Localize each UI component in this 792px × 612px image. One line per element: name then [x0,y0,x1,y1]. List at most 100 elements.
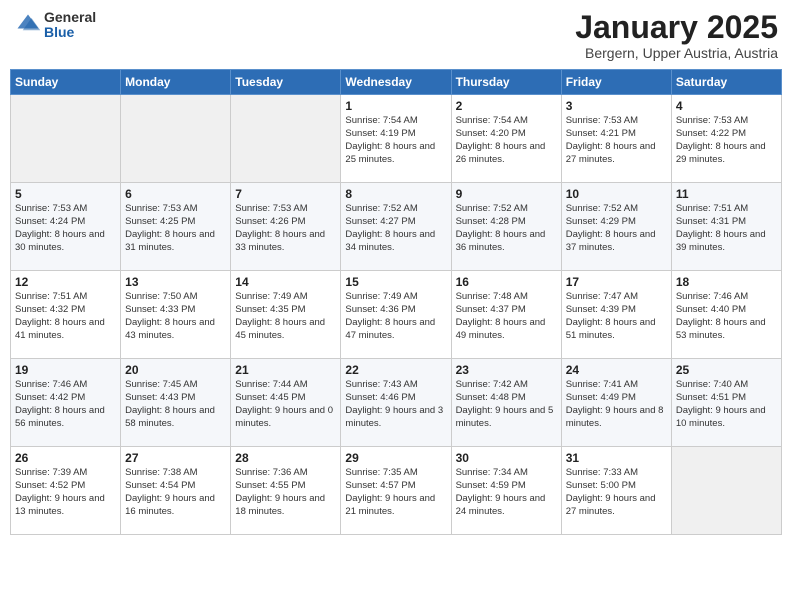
day-info: Sunrise: 7:34 AMSunset: 4:59 PMDaylight:… [456,467,557,518]
column-header-friday: Friday [561,70,671,95]
day-info: Sunrise: 7:53 AMSunset: 4:26 PMDaylight:… [235,203,336,254]
column-header-monday: Monday [121,70,231,95]
day-cell: 28 Sunrise: 7:36 AMSunset: 4:55 PMDayligh… [231,447,341,535]
day-info: Sunrise: 7:35 AMSunset: 4:57 PMDaylight:… [345,467,446,518]
column-header-saturday: Saturday [671,70,781,95]
week-row-5: 26 Sunrise: 7:39 AMSunset: 4:52 PMDayligh… [11,447,782,535]
week-row-2: 5 Sunrise: 7:53 AMSunset: 4:24 PMDaylight… [11,183,782,271]
day-cell: 18 Sunrise: 7:46 AMSunset: 4:40 PMDayligh… [671,271,781,359]
logo: General Blue [14,10,96,41]
day-info: Sunrise: 7:52 AMSunset: 4:29 PMDaylight:… [566,203,667,254]
page: General Blue January 2025 Bergern, Upper… [0,0,792,612]
day-info: Sunrise: 7:49 AMSunset: 4:36 PMDaylight:… [345,291,446,342]
day-cell: 15 Sunrise: 7:49 AMSunset: 4:36 PMDayligh… [341,271,451,359]
day-cell: 26 Sunrise: 7:39 AMSunset: 4:52 PMDayligh… [11,447,121,535]
column-header-thursday: Thursday [451,70,561,95]
day-cell: 3Sunrise: 7:53 AMSunset: 4:21 PMDaylight… [561,95,671,183]
day-number: 5 [15,187,116,201]
day-number: 20 [125,363,226,377]
day-cell: 29 Sunrise: 7:35 AMSunset: 4:57 PMDayligh… [341,447,451,535]
day-cell: 31Sunrise: 7:33 AMSunset: 5:00 PMDayligh… [561,447,671,535]
day-number: 7 [235,187,336,201]
day-cell: 6Sunrise: 7:53 AMSunset: 4:25 PMDaylight… [121,183,231,271]
day-cell: 12 Sunrise: 7:51 AMSunset: 4:32 PMDayligh… [11,271,121,359]
day-number: 8 [345,187,446,201]
day-cell: 9 Sunrise: 7:52 AMSunset: 4:28 PMDaylight… [451,183,561,271]
calendar-subtitle: Bergern, Upper Austria, Austria [575,45,778,61]
day-number: 6 [125,187,226,201]
calendar-table: SundayMondayTuesdayWednesdayThursdayFrid… [10,69,782,535]
day-number: 16 [456,275,557,289]
day-cell [121,95,231,183]
day-info: Sunrise: 7:53 AMSunset: 4:24 PMDaylight:… [15,203,116,254]
day-cell: 10 Sunrise: 7:52 AMSunset: 4:29 PMDayligh… [561,183,671,271]
day-number: 17 [566,275,667,289]
day-cell: 27Sunrise: 7:38 AMSunset: 4:54 PMDayligh… [121,447,231,535]
day-info: Sunrise: 7:49 AMSunset: 4:35 PMDaylight:… [235,291,336,342]
day-info: Sunrise: 7:52 AMSunset: 4:28 PMDaylight:… [456,203,557,254]
column-header-sunday: Sunday [11,70,121,95]
day-info: Sunrise: 7:42 AMSunset: 4:48 PMDaylight:… [456,379,557,430]
column-header-tuesday: Tuesday [231,70,341,95]
day-number: 25 [676,363,777,377]
header-row: SundayMondayTuesdayWednesdayThursdayFrid… [11,70,782,95]
week-row-4: 19 Sunrise: 7:46 AMSunset: 4:42 PMDayligh… [11,359,782,447]
column-header-wednesday: Wednesday [341,70,451,95]
day-cell: 11Sunrise: 7:51 AMSunset: 4:31 PMDayligh… [671,183,781,271]
day-cell: 21 Sunrise: 7:44 AMSunset: 4:45 PMDayligh… [231,359,341,447]
day-number: 24 [566,363,667,377]
day-info: Sunrise: 7:50 AMSunset: 4:33 PMDaylight:… [125,291,226,342]
day-number: 3 [566,99,667,113]
day-number: 15 [345,275,446,289]
day-number: 10 [566,187,667,201]
day-cell: 22 Sunrise: 7:43 AMSunset: 4:46 PMDayligh… [341,359,451,447]
day-info: Sunrise: 7:44 AMSunset: 4:45 PMDaylight:… [235,379,336,430]
day-info: Sunrise: 7:46 AMSunset: 4:42 PMDaylight:… [15,379,116,430]
day-number: 18 [676,275,777,289]
calendar-title: January 2025 [575,10,778,45]
logo-general-text: General [44,10,96,25]
logo-icon [14,11,42,39]
day-info: Sunrise: 7:54 AMSunset: 4:19 PMDaylight:… [345,115,446,166]
day-info: Sunrise: 7:41 AMSunset: 4:49 PMDaylight:… [566,379,667,430]
day-info: Sunrise: 7:46 AMSunset: 4:40 PMDaylight:… [676,291,777,342]
day-number: 21 [235,363,336,377]
day-number: 12 [15,275,116,289]
day-cell: 4Sunrise: 7:53 AMSunset: 4:22 PMDaylight… [671,95,781,183]
day-cell: 13 Sunrise: 7:50 AMSunset: 4:33 PMDayligh… [121,271,231,359]
day-cell: 24 Sunrise: 7:41 AMSunset: 4:49 PMDayligh… [561,359,671,447]
day-info: Sunrise: 7:53 AMSunset: 4:22 PMDaylight:… [676,115,777,166]
day-number: 1 [345,99,446,113]
logo-blue-text: Blue [44,25,96,40]
day-cell: 1 Sunrise: 7:54 AMSunset: 4:19 PMDaylight… [341,95,451,183]
day-number: 14 [235,275,336,289]
day-info: Sunrise: 7:51 AMSunset: 4:31 PMDaylight:… [676,203,777,254]
header: General Blue January 2025 Bergern, Upper… [10,10,782,61]
day-number: 2 [456,99,557,113]
day-number: 30 [456,451,557,465]
day-cell [11,95,121,183]
day-number: 29 [345,451,446,465]
day-number: 9 [456,187,557,201]
day-cell: 30 Sunrise: 7:34 AMSunset: 4:59 PMDayligh… [451,447,561,535]
day-info: Sunrise: 7:39 AMSunset: 4:52 PMDaylight:… [15,467,116,518]
day-cell: 14 Sunrise: 7:49 AMSunset: 4:35 PMDayligh… [231,271,341,359]
day-info: Sunrise: 7:51 AMSunset: 4:32 PMDaylight:… [15,291,116,342]
day-cell: 20Sunrise: 7:45 AMSunset: 4:43 PMDayligh… [121,359,231,447]
day-cell: 25 Sunrise: 7:40 AMSunset: 4:51 PMDayligh… [671,359,781,447]
day-number: 22 [345,363,446,377]
day-number: 23 [456,363,557,377]
day-cell [671,447,781,535]
day-info: Sunrise: 7:38 AMSunset: 4:54 PMDaylight:… [125,467,226,518]
day-number: 28 [235,451,336,465]
day-info: Sunrise: 7:40 AMSunset: 4:51 PMDaylight:… [676,379,777,430]
logo-text: General Blue [44,10,96,41]
day-number: 13 [125,275,226,289]
day-cell: 8Sunrise: 7:52 AMSunset: 4:27 PMDaylight… [341,183,451,271]
day-info: Sunrise: 7:43 AMSunset: 4:46 PMDaylight:… [345,379,446,430]
day-cell: 16Sunrise: 7:48 AMSunset: 4:37 PMDayligh… [451,271,561,359]
day-number: 19 [15,363,116,377]
day-number: 31 [566,451,667,465]
day-info: Sunrise: 7:36 AMSunset: 4:55 PMDaylight:… [235,467,336,518]
day-number: 26 [15,451,116,465]
